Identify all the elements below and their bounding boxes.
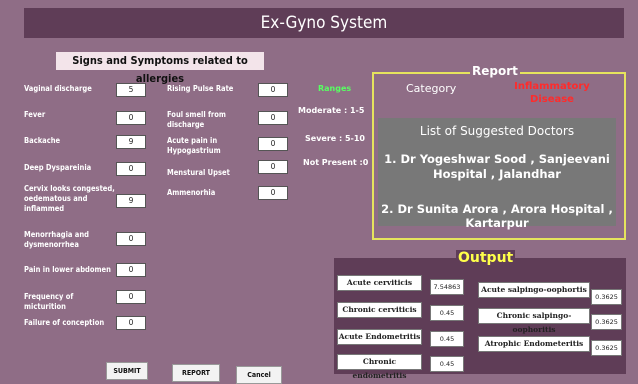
cancel-button[interactable]: Cancel — [236, 366, 282, 384]
window-title: Ex-Gyno System — [24, 8, 624, 38]
output-label: Chronic endometritis — [337, 354, 422, 380]
symptom-input[interactable]: 0 — [258, 186, 288, 200]
symptom-input[interactable]: 0 — [116, 263, 146, 277]
symptom-input[interactable]: 0 — [116, 111, 146, 125]
range-not-present: Not Present :0 — [303, 158, 369, 167]
symptom-label: Foul smell from discharge — [167, 110, 226, 129]
symptom-label: Failure of conception — [24, 318, 105, 327]
doctors-title: List of Suggested Doctors — [419, 124, 575, 138]
category-label: Category — [406, 82, 457, 95]
output-value: 7.54863 — [430, 279, 464, 295]
symptom-input[interactable]: 0 — [116, 162, 146, 176]
doctor-item: 1. Dr Yogeshwar Sood , Sanjeevani Hospit… — [384, 152, 610, 181]
symptom-label: Rising Pulse Rate — [167, 84, 234, 93]
symptom-label: Cervix looks congested, oedematous and i… — [24, 184, 115, 213]
symptom-label: Acute pain in Hypogastrium — [167, 136, 221, 155]
output-label: Acute cerviticis — [337, 275, 422, 291]
symptom-input[interactable]: 9 — [116, 194, 146, 208]
report-title: Report — [470, 64, 520, 78]
symptom-input[interactable]: 0 — [116, 316, 146, 330]
symptom-label: Frequency of micturition — [24, 292, 74, 311]
doctor-item: 2. Dr Sunita Arora , Arora Hospital , Ka… — [381, 202, 613, 230]
symptom-label: Ammenorhia — [167, 188, 216, 197]
range-moderate: Moderate : 1-5 — [298, 106, 365, 115]
output-value: 0.45 — [430, 356, 464, 372]
symptom-input[interactable]: 0 — [258, 137, 288, 151]
range-severe: Severe : 5-10 — [305, 134, 365, 143]
category-value: Inflammatory Disease — [514, 81, 590, 105]
output-value: 0.45 — [430, 331, 464, 347]
symptom-label: Fever — [24, 110, 46, 119]
symptom-label: Backache — [24, 136, 61, 145]
symptom-input[interactable]: 0 — [116, 290, 146, 304]
symptom-label: Menorrhagia and dysmenorrhea — [24, 230, 89, 249]
output-label: Acute Endometritis — [337, 329, 422, 345]
symptom-label: Menstural Upset — [167, 168, 230, 177]
submit-button[interactable]: SUBMIT — [106, 362, 148, 380]
output-value: 0.3625 — [591, 289, 622, 305]
symptom-input[interactable]: 0 — [258, 111, 288, 125]
symptom-label: Pain in lower abdomen — [24, 265, 111, 274]
symptoms-section-title: Signs and Symptoms related to allergies — [56, 52, 264, 85]
ranges-title: Ranges — [318, 84, 352, 93]
report-button[interactable]: REPORT — [172, 364, 220, 382]
symptom-input[interactable]: 0 — [258, 160, 288, 174]
output-value: 0.45 — [430, 305, 464, 321]
output-label: Acute salpingo-oophortis — [478, 282, 590, 298]
output-value: 0.3625 — [591, 340, 622, 356]
symptom-input[interactable]: 0 — [116, 232, 146, 246]
symptom-label: Deep Dyspareinia — [24, 163, 92, 172]
symptom-input[interactable]: 5 — [116, 83, 146, 97]
symptom-input[interactable]: 0 — [258, 83, 288, 97]
output-title: Output — [456, 250, 516, 266]
output-value: 0.3625 — [591, 314, 622, 330]
output-label: Chronic cerviticis — [337, 302, 422, 318]
symptom-label: Vaginal discharge — [24, 84, 92, 93]
output-label: Chronic salpingo-oophoritis — [478, 308, 590, 334]
symptom-input[interactable]: 9 — [116, 135, 146, 149]
output-label: Atrophic Endometeritis — [478, 336, 590, 352]
